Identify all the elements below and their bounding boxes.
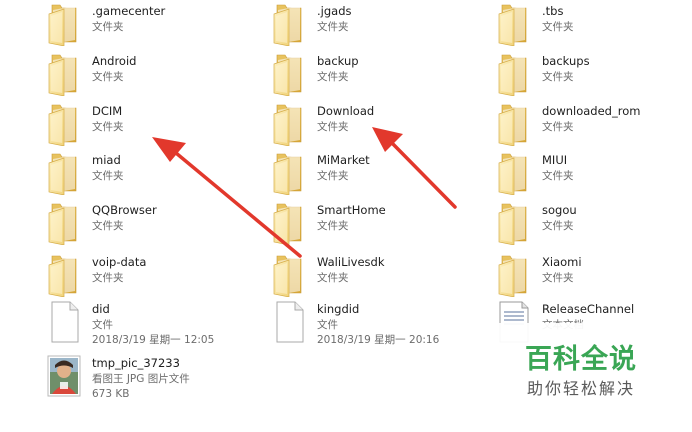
item-name: miad (92, 153, 121, 167)
folder-icon (496, 52, 532, 96)
blank-file-icon (271, 300, 307, 344)
folder-icon (496, 201, 532, 245)
folder-icon (271, 201, 307, 245)
item-type: 文件夹 (317, 21, 349, 33)
item-name: .gamecenter (92, 4, 166, 18)
folder-item-backup[interactable]: backup 文件夹 (271, 52, 481, 100)
folder-item-backups[interactable]: backups 文件夹 (496, 52, 692, 100)
item-name: Download (317, 104, 375, 118)
folder-icon (46, 253, 82, 297)
item-name: WaliLivesdk (317, 255, 385, 269)
item-type: 文件夹 (92, 170, 124, 182)
item-type: 文件夹 (92, 272, 124, 284)
image-thumbnail-icon (47, 355, 81, 397)
item-date: 2018/3/19 星期一 20:16 (317, 334, 440, 346)
folder-item-smarthome[interactable]: SmartHome 文件夹 (271, 201, 481, 249)
item-type: 文件夹 (317, 272, 349, 284)
folder-icon (271, 151, 307, 195)
blank-file-icon (46, 300, 82, 344)
folder-icon (496, 151, 532, 195)
item-name: backup (317, 54, 359, 68)
item-type: 文件夹 (542, 272, 574, 284)
item-type: 看图王 JPG 图片文件 (92, 373, 190, 385)
item-name: Android (92, 54, 137, 68)
folder-item-xiaomi[interactable]: Xiaomi 文件夹 (496, 253, 692, 301)
item-name: SmartHome (317, 203, 386, 217)
folder-item-miad[interactable]: miad 文件夹 (46, 151, 256, 199)
folder-item-miui[interactable]: MIUI 文件夹 (496, 151, 692, 199)
folder-item-walilivesdk[interactable]: WaliLivesdk 文件夹 (271, 253, 481, 301)
item-name: kingdid (317, 302, 360, 316)
folder-item-voip-data[interactable]: voip-data 文件夹 (46, 253, 256, 301)
item-name: Xiaomi (542, 255, 582, 269)
folder-item-gamecenter[interactable]: .gamecenter 文件夹 (46, 2, 256, 50)
file-item-kingdid[interactable]: kingdid 文件 2018/3/19 星期一 20:16 (271, 300, 481, 348)
watermark-title: 百科全说 (525, 344, 637, 375)
item-name: did (92, 302, 110, 316)
item-type: 文件夹 (317, 220, 349, 232)
folder-item-dcim[interactable]: DCIM 文件夹 (46, 102, 256, 150)
item-type: 文件夹 (92, 71, 124, 83)
item-name: QQBrowser (92, 203, 157, 217)
folder-icon (46, 102, 82, 146)
item-type: 文件夹 (92, 21, 124, 33)
item-type: 文件 (92, 319, 113, 331)
item-type: 文件夹 (92, 121, 124, 133)
item-type: 文件 (317, 319, 338, 331)
item-size: 673 KB (92, 388, 130, 400)
item-name: downloaded_rom (542, 104, 641, 118)
item-name: ReleaseChannel (542, 302, 635, 316)
folder-icon (496, 253, 532, 297)
folder-icon (46, 52, 82, 96)
folder-item-sogou[interactable]: sogou 文件夹 (496, 201, 692, 249)
item-type: 文件夹 (542, 170, 574, 182)
item-type: 文件夹 (317, 170, 349, 182)
folder-icon (46, 201, 82, 245)
item-name: sogou (542, 203, 577, 217)
item-date: 2018/3/19 星期一 12:05 (92, 334, 215, 346)
folder-icon (46, 151, 82, 195)
folder-icon (271, 102, 307, 146)
item-type: 文件夹 (92, 220, 124, 232)
folder-icon (496, 102, 532, 146)
item-name: .jgads (317, 4, 352, 18)
item-type: 文件夹 (317, 71, 349, 83)
file-item-tmp-pic[interactable]: tmp_pic_37233 看图王 JPG 图片文件 673 KB (46, 354, 256, 402)
item-name: tmp_pic_37233 (92, 356, 180, 370)
folder-item-mimarket[interactable]: MiMarket 文件夹 (271, 151, 481, 199)
item-type: 文件夹 (542, 21, 574, 33)
item-type: 文件夹 (542, 71, 574, 83)
item-name: voip-data (92, 255, 147, 269)
folder-item-tbs[interactable]: .tbs 文件夹 (496, 2, 692, 50)
folder-item-downloaded-rom[interactable]: downloaded_rom 文件夹 (496, 102, 692, 150)
item-type: 文件夹 (542, 121, 574, 133)
watermark: 百科全说 助你轻松解决 (495, 323, 667, 405)
folder-icon (271, 2, 307, 46)
item-type: 文件夹 (542, 220, 574, 232)
folder-item-download[interactable]: Download 文件夹 (271, 102, 481, 150)
folder-icon (271, 253, 307, 297)
file-item-did[interactable]: did 文件 2018/3/19 星期一 12:05 (46, 300, 256, 348)
folder-icon (271, 52, 307, 96)
item-name: DCIM (92, 104, 123, 118)
item-name: backups (542, 54, 590, 68)
item-name: MIUI (542, 153, 568, 167)
folder-icon (46, 2, 82, 46)
item-name: .tbs (542, 4, 564, 18)
folder-item-android[interactable]: Android 文件夹 (46, 52, 256, 100)
item-type: 文件夹 (317, 121, 349, 133)
folder-item-qqbrowser[interactable]: QQBrowser 文件夹 (46, 201, 256, 249)
folder-item-jgads[interactable]: .jgads 文件夹 (271, 2, 481, 50)
watermark-subtitle: 助你轻松解决 (526, 379, 635, 398)
folder-icon (496, 2, 532, 46)
item-name: MiMarket (317, 153, 370, 167)
